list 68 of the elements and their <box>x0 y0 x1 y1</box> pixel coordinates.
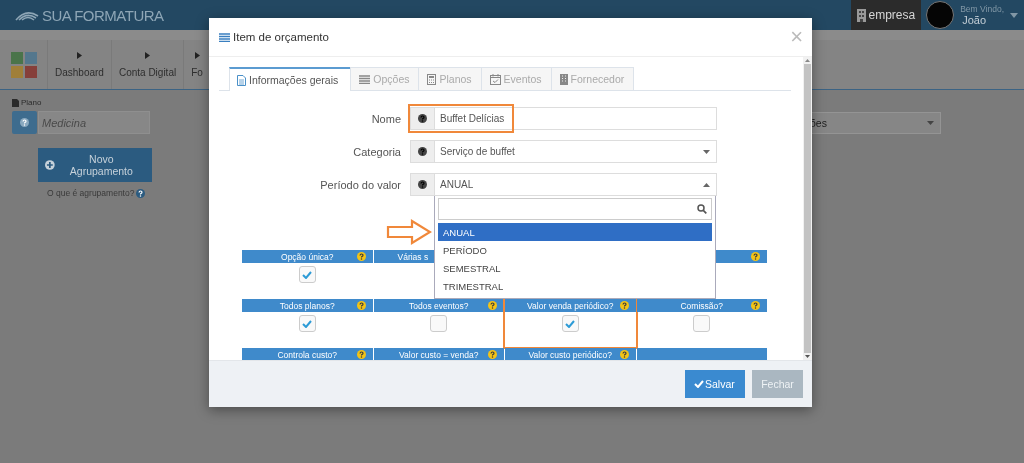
plus-icon <box>45 160 55 170</box>
option-label: Várias s <box>397 251 429 262</box>
checkbox[interactable] <box>298 315 316 332</box>
document-icon <box>12 98 19 107</box>
checkbox[interactable] <box>561 315 579 332</box>
nav-item[interactable]: Fo <box>184 40 203 89</box>
nav-item[interactable]: Dashboard <box>48 40 112 89</box>
option-label: Opção única? <box>281 251 334 262</box>
dropdown-option[interactable]: TRIMESTRAL <box>438 277 712 295</box>
logo-text: SUA FORMATURA <box>42 6 164 24</box>
caret-icon <box>194 51 200 59</box>
dropdown-option[interactable]: SEMESTRAL <box>438 259 712 277</box>
option-label: Valor venda periódico? <box>527 300 614 311</box>
option-label: Valor custo periódico? <box>528 349 612 360</box>
check-icon <box>302 270 313 279</box>
caret-icon <box>927 121 934 125</box>
scrollbar[interactable] <box>803 57 812 360</box>
search-field[interactable] <box>438 198 712 220</box>
list-icon <box>359 74 371 84</box>
checkbox[interactable] <box>430 315 448 332</box>
field-label: Nome <box>370 112 401 125</box>
tab[interactable]: Fornecedor <box>550 67 635 90</box>
building-icon <box>559 73 568 85</box>
select-field[interactable]: ANUAL <box>435 173 717 196</box>
help-icon[interactable] <box>418 180 427 189</box>
field-label: Período do valor <box>319 178 401 191</box>
plan-field[interactable]: Medicina <box>38 111 150 134</box>
option-label: Valor custo = venda? <box>399 349 479 360</box>
caret-icon[interactable] <box>1010 12 1018 18</box>
save-button[interactable]: Salvar <box>685 370 745 398</box>
field-label: Categoria <box>352 145 401 158</box>
field-label: Plano <box>21 98 42 107</box>
new-group-button[interactable]: Novo Agrupamento <box>38 148 152 182</box>
dialog-title: Item de orçamento <box>233 31 329 43</box>
avatar <box>926 1 955 29</box>
tab[interactable]: Planos <box>418 67 482 90</box>
tab[interactable]: Opções <box>350 67 420 90</box>
dropdown-option[interactable]: PERÍODO <box>438 241 712 259</box>
help-button[interactable] <box>410 107 435 130</box>
calculator-icon <box>427 73 437 85</box>
checkbox[interactable] <box>298 266 316 283</box>
help-button[interactable] <box>410 140 435 163</box>
caret-icon <box>76 51 82 59</box>
greeting-text: Bem Vindo, <box>960 4 1004 15</box>
calendar-check-icon <box>489 73 501 85</box>
building-icon <box>856 8 866 22</box>
tab[interactable]: Eventos <box>480 67 552 90</box>
name-field[interactable]: Buffet Delícias <box>435 107 717 130</box>
check-icon <box>565 319 576 328</box>
help-button[interactable] <box>410 173 435 196</box>
help-icon[interactable] <box>418 147 427 156</box>
nav-item[interactable]: Conta Digital <box>111 40 185 89</box>
check-icon <box>302 319 313 328</box>
company-button[interactable]: empresa <box>850 0 922 30</box>
caret-icon <box>145 51 151 59</box>
checkbox[interactable] <box>693 315 711 332</box>
check-icon <box>694 380 704 388</box>
select-field[interactable]: Serviço de buffet <box>435 140 717 163</box>
option-label: Comissão? <box>680 300 723 311</box>
option-label: Controla custo? <box>277 349 337 360</box>
search-icon <box>697 204 707 214</box>
option-label: Todos planos? <box>279 300 335 311</box>
list-icon <box>219 32 230 42</box>
help-icon[interactable] <box>418 114 427 123</box>
tab[interactable]: Informações gerais <box>229 67 352 91</box>
user-name: João <box>962 15 988 26</box>
option-label: Todos eventos? <box>408 300 469 311</box>
document-icon <box>237 74 246 86</box>
